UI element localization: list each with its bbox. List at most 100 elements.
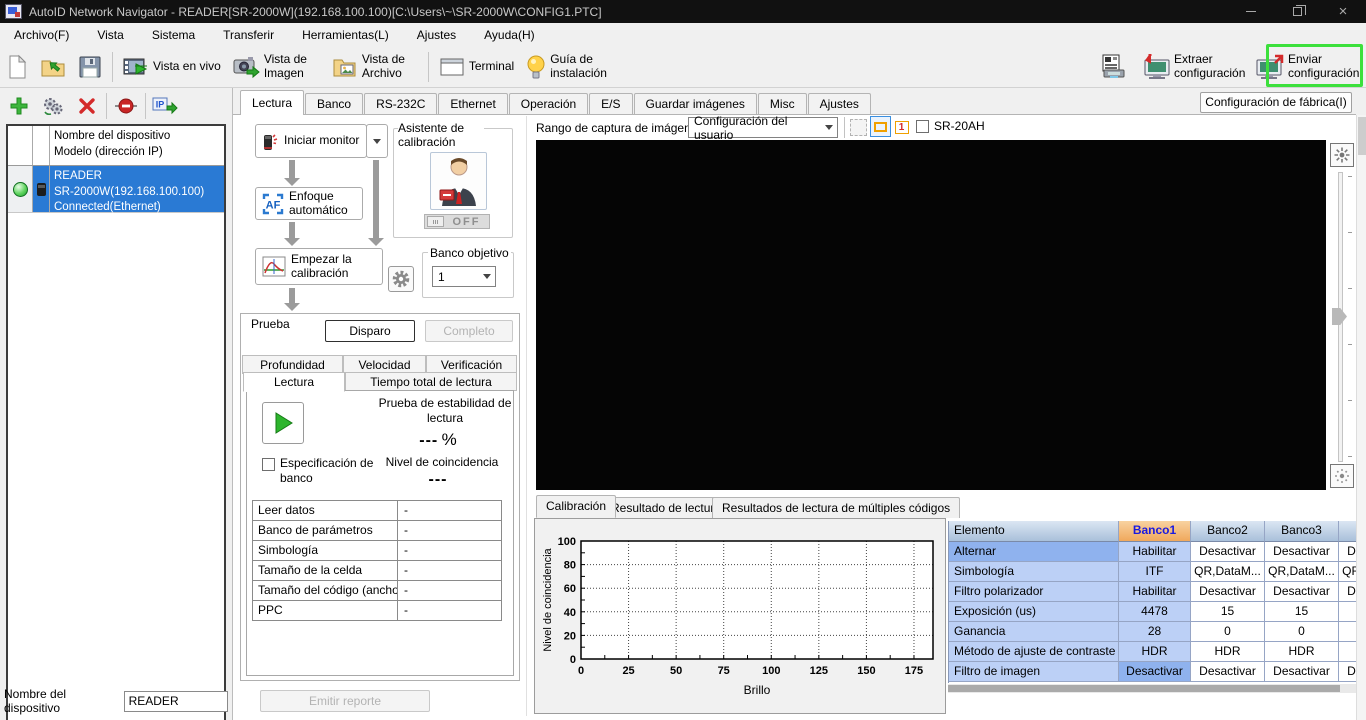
restore-button[interactable] — [1274, 0, 1320, 23]
complete-button[interactable]: Completo — [425, 320, 513, 342]
extract-config-button[interactable]: Extraer configuración — [1134, 49, 1248, 85]
cell[interactable]: Desactivar — [1339, 582, 1356, 602]
menu-item-ajustes[interactable]: Ajustes — [403, 24, 470, 46]
file-view-button[interactable]: Vista de Archivo — [326, 49, 424, 85]
cell[interactable]: QR,DataM... — [1339, 562, 1356, 582]
cell[interactable]: 15 — [1339, 602, 1356, 622]
menu-item-ayuda[interactable]: Ayuda(H) — [470, 24, 548, 46]
capture-full-range-button[interactable] — [850, 119, 867, 136]
column-header-banco4[interactable]: Banco4 — [1339, 521, 1356, 542]
cell[interactable]: 0 — [1265, 622, 1339, 642]
cell[interactable]: ITF — [1119, 562, 1191, 582]
cell[interactable]: Desactivar — [1191, 662, 1265, 682]
cell[interactable]: Desactivar — [1191, 582, 1265, 602]
row-label[interactable]: Ganancia — [949, 622, 1119, 642]
live-view-button[interactable]: Vista en vivo — [117, 49, 227, 85]
tab-resultados-multiples[interactable]: Resultados de lectura de múltiples códig… — [712, 497, 961, 518]
report-print-button[interactable] — [1094, 49, 1134, 85]
tab-ethernet[interactable]: Ethernet — [438, 93, 508, 115]
vertical-scrollbar[interactable] — [1356, 115, 1366, 720]
image-view-button[interactable]: Vista de Imagen — [227, 49, 326, 85]
cell[interactable]: Habilitar — [1119, 582, 1191, 602]
column-header-elemento[interactable]: Elemento — [949, 521, 1119, 542]
row-label[interactable]: Filtro polarizador — [949, 582, 1119, 602]
start-monitor-button[interactable]: Iniciar monitor — [255, 124, 367, 158]
cell[interactable]: 0 — [1339, 622, 1356, 642]
capture-numbered-range-button[interactable]: 1 — [893, 119, 910, 136]
menu-item-transferir[interactable]: Transferir — [209, 24, 288, 46]
row-label[interactable]: Alternar — [949, 542, 1119, 562]
cell[interactable]: 15 — [1265, 602, 1339, 622]
tab-calibracion[interactable]: Calibración — [536, 495, 617, 518]
tab-misc[interactable]: Misc — [757, 93, 807, 115]
cell[interactable]: Desactivar — [1191, 542, 1265, 562]
device-name-input[interactable]: READER — [123, 690, 228, 712]
cell[interactable]: Desactivar — [1265, 582, 1339, 602]
cell[interactable]: Desactivar — [1339, 542, 1356, 562]
cell[interactable]: 15 — [1191, 602, 1265, 622]
cell[interactable]: HDR — [1191, 642, 1265, 662]
horizontal-scrollbar[interactable] — [948, 684, 1356, 693]
close-button[interactable]: × — [1320, 0, 1366, 23]
menu-item-archivo[interactable]: Archivo(F) — [0, 24, 83, 46]
new-file-button[interactable] — [0, 49, 34, 85]
assistant-off-toggle[interactable]: OFF — [424, 214, 490, 229]
cell[interactable]: Desactivar — [1265, 542, 1339, 562]
add-device-button[interactable] — [2, 91, 36, 121]
send-config-button[interactable]: Enviar configuración — [1248, 49, 1362, 85]
tab-ajustes[interactable]: Ajustes — [807, 93, 871, 115]
emit-report-button[interactable]: Emitir reporte — [260, 690, 430, 712]
row-label[interactable]: Exposición (us) — [949, 602, 1119, 622]
cell[interactable]: QR,DataM... — [1191, 562, 1265, 582]
tab-rs232c[interactable]: RS-232C — [364, 93, 438, 115]
cell[interactable]: HDR — [1265, 642, 1339, 662]
open-file-button[interactable] — [34, 49, 72, 85]
bank-spec-checkbox[interactable] — [262, 458, 275, 471]
assistant-wizard-button[interactable] — [430, 152, 487, 210]
brightness-high-button[interactable] — [1330, 143, 1354, 167]
cell[interactable]: 4478 — [1119, 602, 1191, 622]
delete-device-button[interactable] — [70, 91, 104, 121]
menu-item-sistema[interactable]: Sistema — [138, 24, 209, 46]
row-label[interactable]: Simbología — [949, 562, 1119, 582]
scrollbar-thumb[interactable] — [1358, 117, 1366, 155]
column-header-banco2[interactable]: Banco2 — [1191, 521, 1265, 542]
column-header-banco3[interactable]: Banco3 — [1265, 521, 1339, 542]
save-button[interactable] — [72, 49, 108, 85]
capture-custom-range-button[interactable] — [870, 116, 891, 137]
tab-lectura[interactable]: Lectura — [240, 90, 305, 115]
target-bank-select[interactable]: 1 — [432, 266, 496, 287]
tab-guardar-imagenes[interactable]: Guardar imágenes — [633, 93, 757, 115]
menu-item-vista[interactable]: Vista — [83, 24, 137, 46]
cell[interactable]: QR,DataM... — [1265, 562, 1339, 582]
tab-tiempo-total[interactable]: Tiempo total de lectura — [345, 372, 517, 391]
terminal-button[interactable]: Terminal — [433, 49, 520, 85]
install-guide-button[interactable]: Guía de instalación — [520, 49, 624, 85]
column-header-banco1[interactable]: Banco1 — [1119, 521, 1191, 542]
cell[interactable]: HDR — [1119, 642, 1191, 662]
ip-settings-button[interactable]: IP — [148, 91, 182, 121]
scrollbar-thumb[interactable] — [948, 685, 1340, 692]
sr20ah-checkbox[interactable] — [916, 119, 929, 133]
cell[interactable]: Desactivar — [1119, 662, 1191, 682]
calibration-settings-button[interactable] — [388, 266, 414, 292]
cell[interactable]: HDR — [1339, 642, 1356, 662]
tab-es[interactable]: E/S — [589, 93, 633, 115]
cell[interactable]: Desactivar — [1339, 662, 1356, 682]
start-calibration-button[interactable]: Empezar la calibración — [255, 248, 383, 285]
auto-config-button[interactable] — [36, 91, 70, 121]
menu-item-herramientas[interactable]: Herramientas(L) — [288, 24, 403, 46]
row-label[interactable]: Filtro de imagen — [949, 662, 1119, 682]
capture-range-select[interactable]: Configuración del usuario — [688, 114, 838, 142]
row-label[interactable]: Método de ajuste de contraste — [949, 642, 1119, 662]
brightness-low-button[interactable] — [1330, 464, 1354, 488]
autofocus-button[interactable]: AF Enfoque automático — [255, 187, 363, 220]
run-test-button[interactable] — [262, 402, 304, 444]
tab-lectura-test[interactable]: Lectura — [243, 372, 345, 392]
live-image-area[interactable] — [536, 140, 1326, 490]
minimize-button[interactable] — [1228, 0, 1274, 23]
cell[interactable]: 28 — [1119, 622, 1191, 642]
cell[interactable]: 0 — [1191, 622, 1265, 642]
start-monitor-dropdown[interactable] — [366, 124, 388, 158]
trigger-button[interactable]: Disparo — [325, 320, 415, 342]
